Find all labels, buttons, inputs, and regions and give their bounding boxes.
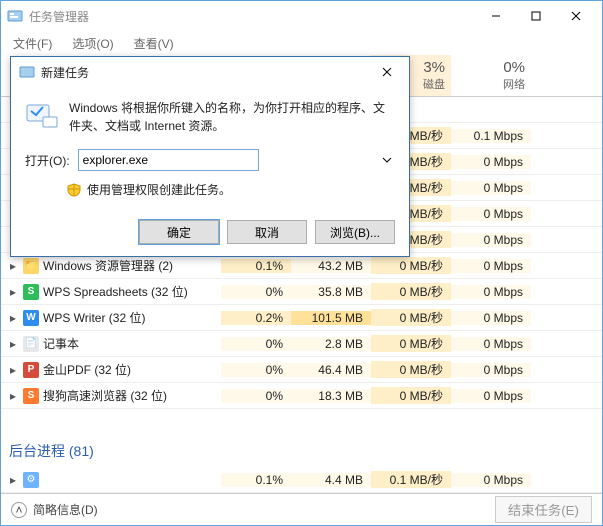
close-button[interactable] xyxy=(373,61,401,83)
run-icon xyxy=(25,99,59,133)
chevron-right-icon[interactable]: ▸ xyxy=(7,364,19,376)
run-new-task-dialog: 新建任务 Windows 将根据你所键入的名称，为你打开相应的程序、文件夹、文档… xyxy=(10,56,410,257)
wps-w-icon: W xyxy=(23,310,39,326)
dialog-titlebar: 新建任务 xyxy=(11,57,409,87)
net-cell: 0 Mbps xyxy=(451,311,531,325)
net-label: 网络 xyxy=(503,79,525,91)
net-cell: 0 Mbps xyxy=(451,363,531,377)
mem-cell: 18.3 MB xyxy=(291,389,371,403)
open-label: 打开(O): xyxy=(25,152,70,169)
sogou-icon: S xyxy=(23,388,39,404)
mem-cell: 35.8 MB xyxy=(291,285,371,299)
mem-cell: 46.4 MB xyxy=(291,363,371,377)
wps-s-icon: S xyxy=(23,284,39,300)
net-cell: 0 Mbps xyxy=(451,233,531,247)
table-row[interactable]: ▸ P金山PDF (32 位) 0%46.4 MB0 MB/秒0 Mbps xyxy=(1,357,602,383)
process-name: WPS Spreadsheets (32 位) xyxy=(43,283,188,300)
net-cell: 0 Mbps xyxy=(451,259,531,273)
net-cell: 0 Mbps xyxy=(451,473,531,487)
cpu-cell: 0% xyxy=(221,285,291,299)
chevron-right-icon[interactable]: ▸ xyxy=(7,260,19,272)
close-button[interactable] xyxy=(556,2,596,30)
net-cell: 0 Mbps xyxy=(451,207,531,221)
net-cell: 0 Mbps xyxy=(451,389,531,403)
menu-file[interactable]: 文件(F) xyxy=(9,33,56,54)
table-row[interactable]: ▸ 📄记事本 0%2.8 MB0 MB/秒0 Mbps xyxy=(1,331,602,357)
process-name: Windows 资源管理器 (2) xyxy=(43,257,173,274)
disk-cell: 0 MB/秒 xyxy=(371,361,451,378)
cpu-cell: 0% xyxy=(221,389,291,403)
background-processes-header[interactable]: 后台进程 (81) xyxy=(1,435,602,467)
footer: ˄ 简略信息(D) 结束任务(E) xyxy=(1,493,602,525)
chevron-right-icon[interactable]: ▸ xyxy=(7,312,19,324)
disk-cell: 0 MB/秒 xyxy=(371,309,451,326)
brief-label: 简略信息(D) xyxy=(33,501,98,518)
mem-cell: 101.5 MB xyxy=(291,311,371,325)
end-task-button[interactable]: 结束任务(E) xyxy=(495,496,592,523)
menu-view[interactable]: 查看(V) xyxy=(130,33,178,54)
net-percent: 0% xyxy=(457,59,525,76)
open-input[interactable] xyxy=(78,149,259,171)
menu-bar: 文件(F) 选项(O) 查看(V) xyxy=(1,31,602,55)
disk-cell: 0 MB/秒 xyxy=(371,335,451,352)
app-icon xyxy=(7,8,23,24)
process-name: 搜狗高速浏览器 (32 位) xyxy=(43,387,167,404)
mem-cell: 4.4 MB xyxy=(291,473,371,487)
window-title: 任务管理器 xyxy=(29,8,476,25)
shield-icon xyxy=(67,183,81,197)
cpu-cell: 0.2% xyxy=(221,311,291,325)
admin-label: 使用管理权限创建此任务。 xyxy=(87,181,231,198)
net-cell: 0 Mbps xyxy=(451,337,531,351)
titlebar: 任务管理器 xyxy=(1,1,602,31)
disk-cell: 0 MB/秒 xyxy=(371,283,451,300)
chevron-right-icon[interactable]: ▸ xyxy=(7,390,19,402)
disk-cell: 0 MB/秒 xyxy=(371,387,451,404)
chevron-right-icon[interactable]: ▸ xyxy=(7,474,19,486)
disk-cell: 0.1 MB/秒 xyxy=(371,471,451,488)
disk-cell: 0 MB/秒 xyxy=(371,257,451,274)
minimize-button[interactable] xyxy=(476,2,516,30)
chevron-up-icon: ˄ xyxy=(11,502,27,518)
table-row[interactable]: ▸ SWPS Spreadsheets (32 位) 0%35.8 MB0 MB/秒… xyxy=(1,279,602,305)
cancel-button[interactable]: 取消 xyxy=(227,220,307,244)
chevron-right-icon[interactable]: ▸ xyxy=(7,286,19,298)
menu-options[interactable]: 选项(O) xyxy=(68,33,117,54)
notepad-icon: 📄 xyxy=(23,336,39,352)
gear-icon: ⚙ xyxy=(23,472,39,488)
pdf-icon: P xyxy=(23,362,39,378)
table-row[interactable]: ▸ S搜狗高速浏览器 (32 位) 0%18.3 MB0 MB/秒0 Mbps xyxy=(1,383,602,409)
net-cell: 0 Mbps xyxy=(451,155,531,169)
table-row[interactable]: ▸ ⚙ 0.1% 4.4 MB 0.1 MB/秒 0 Mbps xyxy=(1,467,602,493)
cpu-cell: 0% xyxy=(221,363,291,377)
folder-icon: 📁 xyxy=(23,258,39,274)
disk-label: 磁盘 xyxy=(423,79,445,91)
maximize-button[interactable] xyxy=(516,2,556,30)
chevron-down-icon[interactable] xyxy=(382,154,392,164)
brief-info-toggle[interactable]: ˄ 简略信息(D) xyxy=(11,501,98,518)
net-cell: 0 Mbps xyxy=(451,181,531,195)
process-name: WPS Writer (32 位) xyxy=(43,309,145,326)
dialog-title: 新建任务 xyxy=(41,64,373,81)
cpu-cell: 0.1% xyxy=(221,259,291,273)
process-name: 记事本 xyxy=(43,335,79,352)
net-cell: 0.1 Mbps xyxy=(451,129,531,143)
dialog-message: Windows 将根据你所键入的名称，为你打开相应的程序、文件夹、文档或 Int… xyxy=(69,99,395,135)
mem-cell: 43.2 MB xyxy=(291,259,371,273)
mem-cell: 2.8 MB xyxy=(291,337,371,351)
process-name: 金山PDF (32 位) xyxy=(43,361,131,378)
chevron-right-icon[interactable]: ▸ xyxy=(7,338,19,350)
net-cell: 0 Mbps xyxy=(451,285,531,299)
ok-button[interactable]: 确定 xyxy=(139,220,219,244)
browse-button[interactable]: 浏览(B)... xyxy=(315,220,395,244)
table-row[interactable]: ▸ WWPS Writer (32 位) 0.2%101.5 MB0 MB/秒0 M… xyxy=(1,305,602,331)
cpu-cell: 0% xyxy=(221,337,291,351)
cpu-cell: 0.1% xyxy=(221,473,291,487)
app-icon xyxy=(19,64,35,80)
col-network[interactable]: 0% 网络 xyxy=(451,55,531,96)
